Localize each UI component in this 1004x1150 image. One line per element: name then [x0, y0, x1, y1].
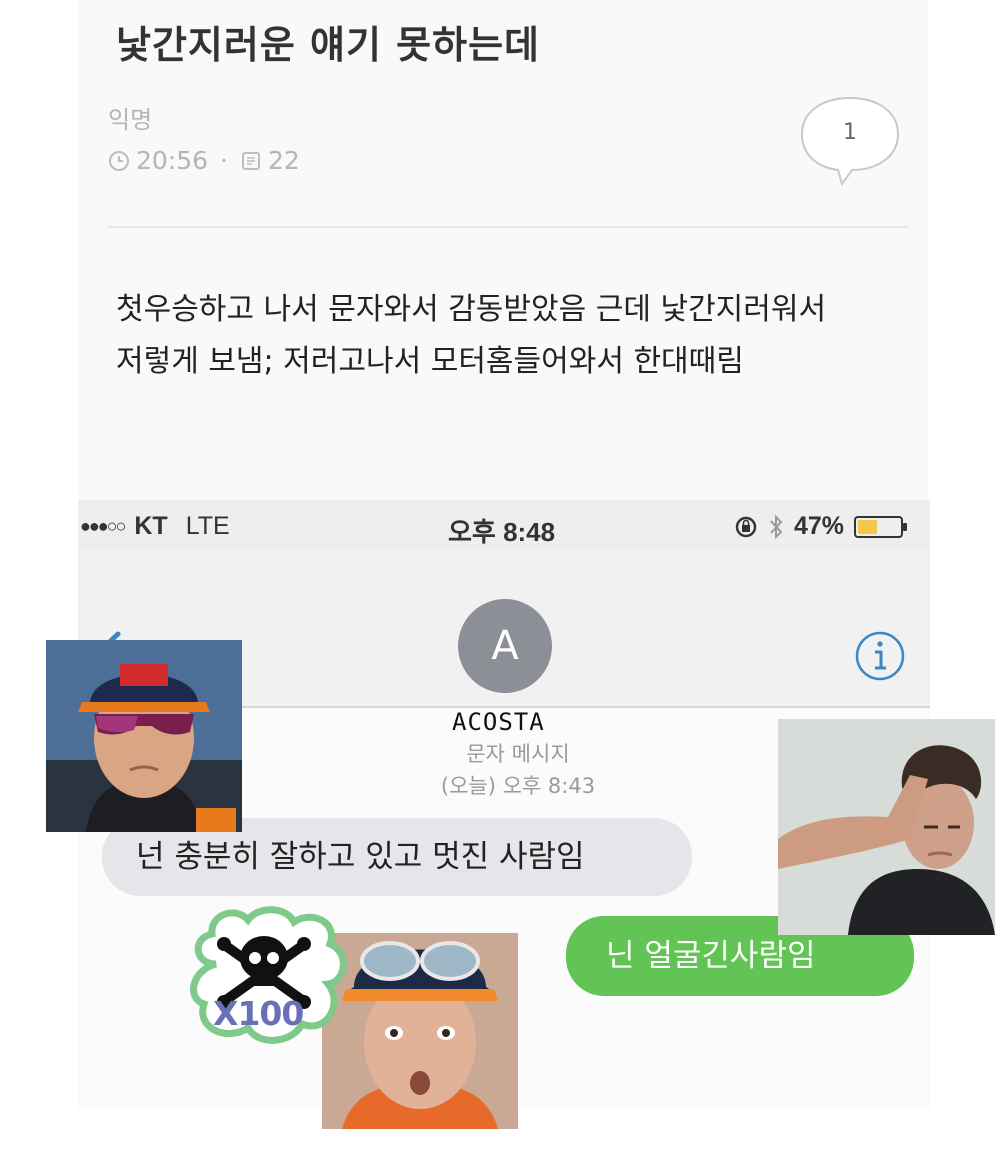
post-title: 낯간지러운 얘기 못하는데	[116, 23, 541, 67]
post-body: 첫우승하고 나서 문자와서 감동받았음 근데 낯간지러워서 저렇게 보냄; 저러…	[116, 284, 916, 388]
status-right: 47%	[734, 512, 908, 541]
carrier-info: ●●●○○ KT LTE	[80, 512, 230, 541]
comment-count: 1	[843, 120, 857, 145]
forum-post: 낯간지러운 얘기 못하는데 익명 20:56 · 22 1 첫우승하고 나서 문…	[78, 0, 928, 500]
post-body-line: 첫우승하고 나서 문자와서 감동받았음 근데 낯간지러워서	[116, 292, 827, 327]
post-author[interactable]: 익명	[108, 100, 152, 135]
comment-count-button[interactable]: 1	[798, 94, 902, 188]
bluetooth-icon	[770, 514, 783, 539]
post-views: 22	[268, 146, 300, 175]
status-time: 오후 8:48	[448, 517, 556, 547]
battery-icon	[854, 515, 908, 538]
contact-avatar[interactable]: A	[458, 599, 552, 693]
message-time: (오늘) 오후 8:43	[440, 774, 596, 798]
rider-photo-hand-behind-head	[778, 719, 995, 935]
contact-name[interactable]: ACOSTA	[452, 708, 545, 736]
rotation-lock-icon	[735, 516, 757, 537]
signal-strength: ●●●○○	[80, 516, 126, 536]
battery-percent: 47%	[794, 512, 845, 540]
info-icon[interactable]	[854, 630, 906, 682]
carrier-name: KT	[134, 512, 168, 540]
clock-icon	[109, 150, 129, 171]
post-time: 20:56	[136, 146, 209, 175]
sticker-x100-label: X100	[213, 994, 304, 1033]
rider-photo-cap-sunglasses	[46, 640, 242, 832]
post-meta: 20:56 · 22	[108, 146, 300, 175]
status-bar: ●●●○○ KT LTE 오후 8:48 47%	[78, 500, 930, 550]
meta-separator: ·	[220, 146, 228, 175]
divider	[108, 226, 908, 228]
rider-photo-goggles-surprised	[322, 933, 518, 1129]
message-type-label: 문자 메시지	[466, 742, 570, 766]
message-timestamp: 문자 메시지 (오늘) 오후 8:43	[388, 738, 648, 802]
post-body-line: 저렇게 보냄; 저러고나서 모터홈들어와서 한대때림	[116, 344, 744, 379]
views-icon	[242, 151, 260, 170]
network-type: LTE	[185, 512, 230, 540]
